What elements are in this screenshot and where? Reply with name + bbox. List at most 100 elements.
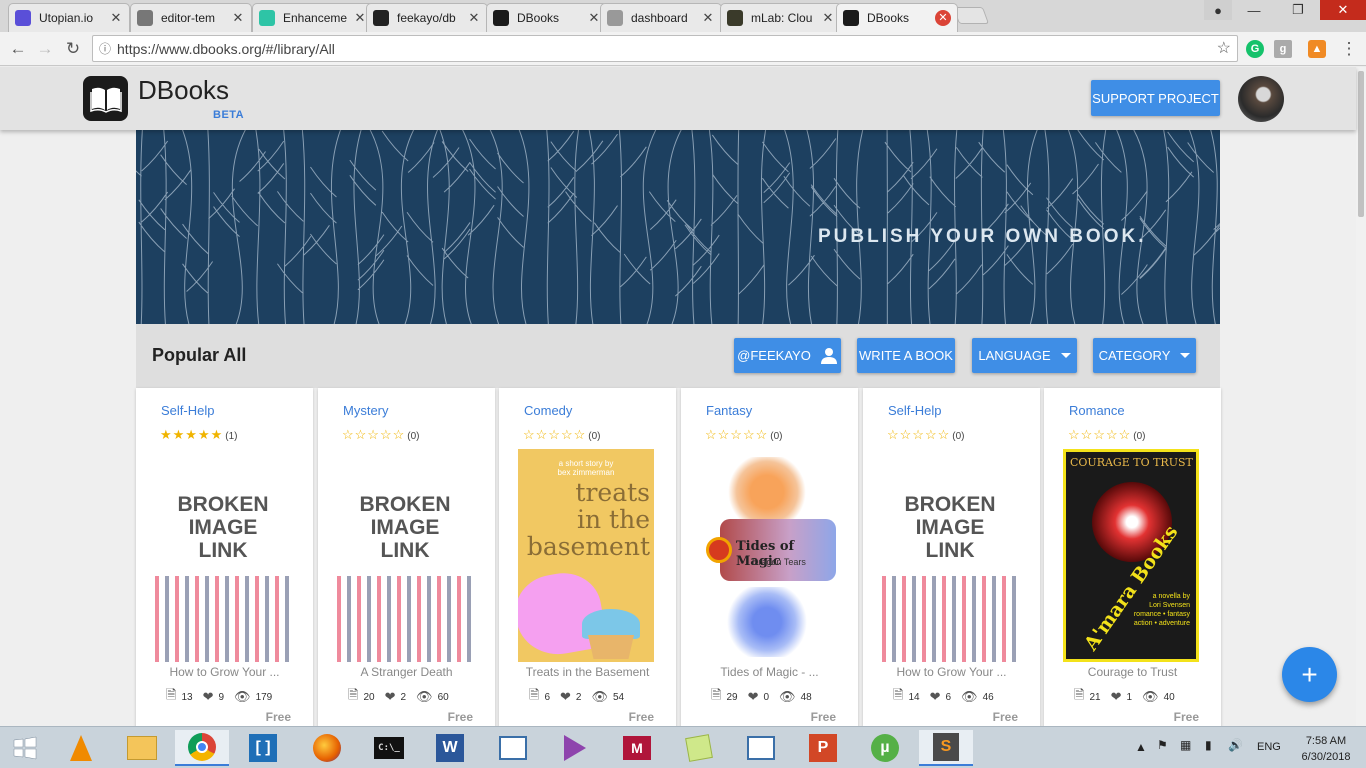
book-card[interactable]: Self-Help ★★★★★ (1) BROKEN IMAGE LINK How t… [136,388,313,726]
app-title[interactable]: DBooks [138,75,229,106]
book-title[interactable]: Tides of Magic - ... [681,665,858,679]
browser-tab[interactable]: DBooks ✕ [836,3,958,32]
book-cover[interactable]: a short story by bex zimmerman treats in t… [518,449,654,662]
back-icon[interactable]: ← [7,38,29,60]
browser-tab[interactable]: editor-tem ✕ [130,3,252,32]
book-card[interactable]: Self-Help ☆☆☆☆☆ (0) BROKEN IMAGE LINK How t… [863,388,1040,726]
minimize-button[interactable]: — [1232,0,1276,20]
book-cover[interactable]: BROKEN IMAGE LINK [155,449,291,662]
battery-icon[interactable]: ▮ [1205,738,1212,752]
browser-tab[interactable]: Enhanceme ✕ [252,3,374,32]
menu-icon[interactable]: ⋮ [1338,38,1360,60]
book-cover[interactable]: COURAGE TO TRUST A'mara Books a novella … [1063,449,1199,662]
tab-close-icon[interactable]: ✕ [821,10,835,26]
language-dropdown[interactable]: LANGUAGE [972,338,1077,373]
book-card[interactable]: Romance ☆☆☆☆☆ (0) COURAGE TO TRUST A'mara… [1044,388,1221,726]
document-window-icon[interactable] [486,730,540,766]
browser-tab[interactable]: DBooks ✕ [486,3,608,32]
support-project-button[interactable]: SUPPORT PROJECT [1091,80,1220,116]
sticky-notes-icon[interactable] [672,730,726,766]
write-book-button[interactable]: WRITE A BOOK [857,338,955,373]
star-rating[interactable]: ☆☆☆☆☆ (0) [342,427,420,443]
book-title[interactable]: How to Grow Your ... [136,665,313,679]
browser-tab[interactable]: mLab: Clou ✕ [720,3,842,32]
add-book-fab[interactable]: + [1282,647,1337,702]
window-app-icon[interactable] [734,730,788,766]
sublime-text-icon[interactable]: S [919,730,973,766]
heart-icon[interactable]: ❤ [560,689,571,705]
mendeley-icon[interactable]: M [610,730,664,766]
category-dropdown[interactable]: CATEGORY [1093,338,1196,373]
tab-close-icon[interactable]: ✕ [587,10,601,26]
start-button[interactable] [0,730,50,766]
brackets-icon[interactable]: [ ] [236,730,290,766]
book-category[interactable]: Comedy [524,403,572,418]
command-prompt-icon[interactable]: C:\_ [362,730,416,766]
tab-close-icon[interactable]: ✕ [109,10,123,26]
dbooks-logo[interactable] [83,76,128,121]
restore-button[interactable]: ❐ [1276,0,1320,20]
volume-icon[interactable]: 🔊 [1228,738,1243,752]
tray-expand-icon[interactable]: ▲ [1135,740,1147,754]
book-title[interactable]: Treats in the Basement [499,665,676,679]
heart-icon[interactable]: ❤ [930,689,941,705]
book-cover[interactable]: Tides of Magic Dragon Tears [700,449,836,662]
word-icon[interactable]: W [423,730,477,766]
star-rating[interactable]: ☆☆☆☆☆ (0) [887,427,965,443]
book-category[interactable]: Self-Help [888,403,941,418]
utorrent-icon[interactable]: µ [858,730,912,766]
book-card[interactable]: Comedy ☆☆☆☆☆ (0) a short story by bex zimm… [499,388,676,726]
page-scrollbar[interactable] [1356,67,1366,726]
book-card[interactable]: Fantasy ☆☆☆☆☆ (0) Tides of Magic Dragon T… [681,388,858,726]
star-rating[interactable]: ☆☆☆☆☆ (0) [1068,427,1146,443]
network-icon[interactable]: ▦ [1180,738,1191,752]
book-title[interactable]: How to Grow Your ... [863,665,1040,679]
tab-close-icon[interactable]: ✕ [701,10,715,26]
visual-studio-icon[interactable] [548,730,602,766]
browser-tab[interactable]: Utopian.io ✕ [8,3,130,32]
book-title[interactable]: A Stranger Death [318,665,495,679]
heart-icon[interactable]: ❤ [385,689,396,705]
tab-close-icon[interactable]: ✕ [467,10,481,26]
avatar[interactable] [1238,76,1284,122]
book-cover[interactable]: BROKEN IMAGE LINK [337,449,473,662]
heart-icon[interactable]: ❤ [748,689,759,705]
scrollbar-thumb[interactable] [1358,71,1364,217]
book-category[interactable]: Self-Help [161,403,214,418]
metamask-icon[interactable]: ▲ [1308,40,1326,58]
book-title[interactable]: Courage to Trust [1044,665,1221,679]
powerpoint-icon[interactable]: P [796,730,850,766]
tab-close-icon[interactable]: ✕ [353,10,367,26]
profile-icon[interactable]: ● [1204,0,1232,20]
book-cover[interactable]: BROKEN IMAGE LINK [882,449,1018,662]
book-category[interactable]: Romance [1069,403,1125,418]
new-tab-button[interactable] [952,7,990,24]
extension-icon[interactable]: g [1274,40,1292,58]
vlc-icon[interactable] [54,730,108,766]
system-clock[interactable]: 7:58 AM 6/30/2018 [1296,733,1356,765]
forward-icon[interactable]: → [34,38,56,60]
browser-tab[interactable]: feekayo/db ✕ [366,3,488,32]
bookmark-star-icon[interactable]: ☆ [1217,38,1231,58]
grammarly-icon[interactable]: G [1246,40,1264,58]
browser-tab[interactable]: dashboard ✕ [600,3,722,32]
close-window-button[interactable]: ✕ [1320,0,1366,20]
firefox-icon[interactable] [300,730,354,766]
flag-icon[interactable]: ⚑ [1157,738,1168,752]
tab-close-icon[interactable]: ✕ [935,10,951,26]
heart-icon[interactable]: ❤ [203,689,214,705]
chrome-icon[interactable] [175,730,229,766]
publish-banner[interactable]: PUBLISH YOUR OWN BOOK. [136,130,1220,324]
tab-close-icon[interactable]: ✕ [231,10,245,26]
heart-icon[interactable]: ❤ [1111,689,1122,705]
user-library-button[interactable]: @FEEKAYO [734,338,841,373]
reload-icon[interactable]: ↻ [62,38,84,60]
language-indicator[interactable]: ENG [1257,741,1281,753]
star-rating[interactable]: ★★★★★ (1) [160,427,238,443]
star-rating[interactable]: ☆☆☆☆☆ (0) [705,427,783,443]
book-card[interactable]: Mystery ☆☆☆☆☆ (0) BROKEN IMAGE LINK A Stran… [318,388,495,726]
star-rating[interactable]: ☆☆☆☆☆ (0) [523,427,601,443]
book-category[interactable]: Fantasy [706,403,752,418]
address-bar[interactable]: ⓘ https://www.dbooks.org/#/library/All ☆ [92,35,1238,62]
info-icon[interactable]: ⓘ [99,40,111,57]
